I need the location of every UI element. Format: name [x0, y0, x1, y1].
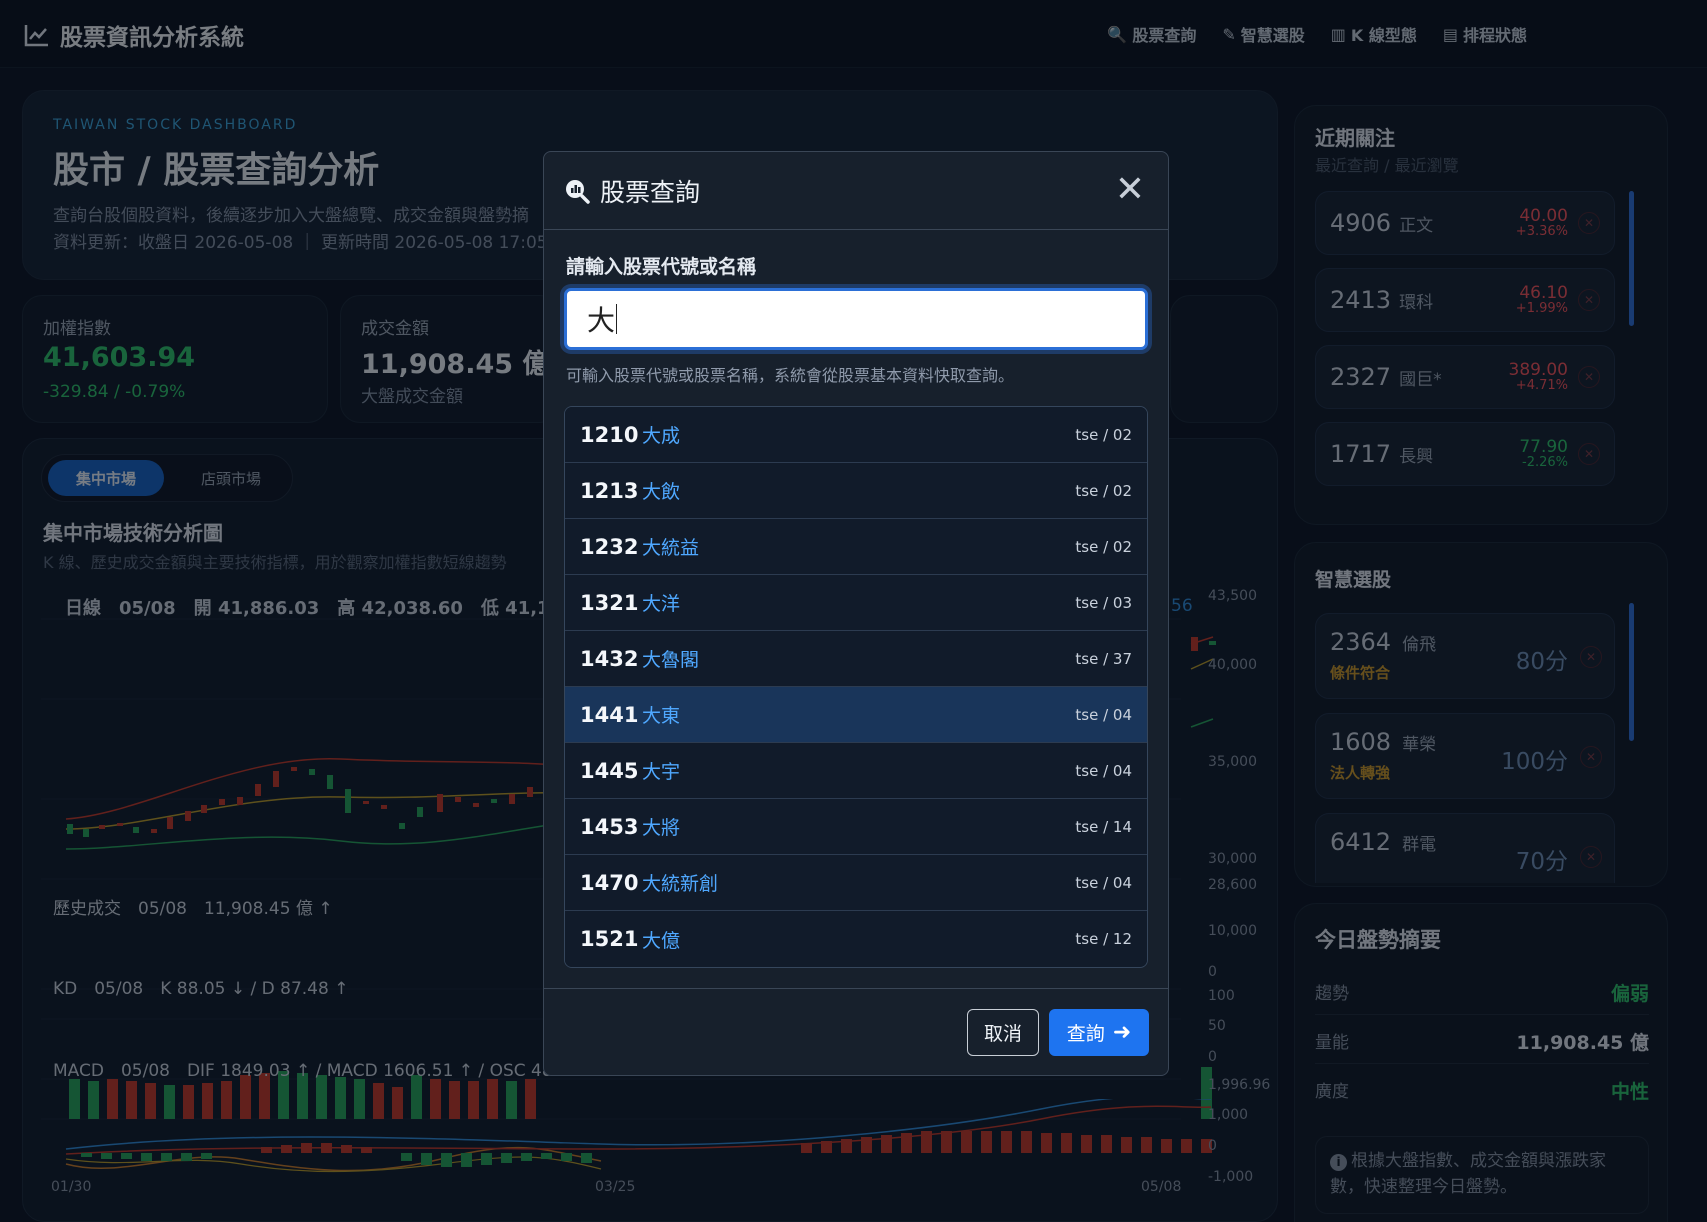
- result-code: 1445: [580, 758, 639, 783]
- result-market: tse / 03: [1075, 593, 1132, 612]
- search-label: 請輸入股票代號或名稱: [566, 256, 757, 278]
- modal-title: 股票查詢: [600, 177, 701, 207]
- result-name: 大將: [642, 817, 681, 839]
- result-code: 1432: [580, 646, 639, 671]
- result-market: tse / 02: [1075, 481, 1132, 500]
- search-submit-button[interactable]: 查詢 ➜: [1049, 1009, 1149, 1056]
- search-result-item[interactable]: 1213 大飲 tse / 02: [565, 463, 1147, 519]
- result-market: tse / 04: [1075, 873, 1132, 892]
- result-market: tse / 04: [1075, 761, 1132, 780]
- search-chart-icon: [566, 179, 590, 204]
- arrow-right-icon: ➜: [1112, 1020, 1132, 1045]
- result-name: 大億: [642, 929, 681, 952]
- result-market: tse / 04: [1075, 705, 1132, 724]
- text-cursor: [616, 304, 618, 334]
- search-result-item[interactable]: 1432 大魯閣 tse / 37: [565, 631, 1147, 687]
- result-code: 1470: [580, 870, 639, 895]
- close-icon[interactable]: ✕: [1110, 170, 1150, 210]
- search-result-item[interactable]: 1521 大億 tse / 12: [565, 911, 1147, 967]
- search-result-item-selected[interactable]: 1441 大東 tse / 04: [565, 687, 1147, 743]
- result-name: 大宇: [642, 761, 681, 783]
- result-name: 大魯閣: [642, 649, 700, 671]
- result-market: tse / 14: [1075, 817, 1132, 836]
- result-code: 1210: [580, 422, 639, 447]
- search-result-item[interactable]: 1232 大統益 tse / 02: [565, 519, 1147, 575]
- result-name: 大統新創: [642, 873, 719, 895]
- result-code: 1441: [580, 702, 639, 727]
- result-market: tse / 02: [1075, 537, 1132, 556]
- result-market: tse / 37: [1075, 649, 1132, 668]
- result-name: 大洋: [642, 593, 681, 615]
- result-code: 1213: [580, 478, 639, 503]
- result-name: 大統益: [642, 537, 700, 559]
- cancel-button[interactable]: 取消: [967, 1009, 1039, 1056]
- stock-search-modal: 股票查詢 ✕ 請輸入股票代號或名稱 大 可輸入股票代號或股票名稱，系統會從股票基…: [543, 151, 1169, 1076]
- result-market: tse / 12: [1075, 930, 1132, 948]
- search-result-item[interactable]: 1453 大將 tse / 14: [565, 799, 1147, 855]
- result-name: 大成: [642, 425, 681, 447]
- modal-header: 股票查詢: [544, 152, 1168, 230]
- result-code: 1453: [580, 814, 639, 839]
- result-name: 大東: [642, 705, 681, 727]
- result-code: 1521: [580, 927, 639, 951]
- search-results-list: 1210 大成 tse / 02 1213 大飲 tse / 02 1232 大統益 tse…: [564, 406, 1148, 968]
- search-hint: 可輸入股票代號或股票名稱，系統會從股票基本資料快取查詢。: [566, 366, 1015, 385]
- submit-label: 查詢: [1066, 1023, 1105, 1045]
- search-input[interactable]: 大: [564, 288, 1148, 350]
- result-market: tse / 02: [1075, 425, 1132, 444]
- result-name: 大飲: [642, 481, 681, 503]
- result-code: 1232: [580, 534, 639, 559]
- search-result-item[interactable]: 1210 大成 tse / 02: [565, 407, 1147, 463]
- search-result-item[interactable]: 1470 大統新創 tse / 04: [565, 855, 1147, 911]
- search-input-value: 大: [587, 304, 616, 337]
- result-code: 1321: [580, 590, 639, 615]
- search-result-item[interactable]: 1445 大宇 tse / 04: [565, 743, 1147, 799]
- search-result-item[interactable]: 1321 大洋 tse / 03: [565, 575, 1147, 631]
